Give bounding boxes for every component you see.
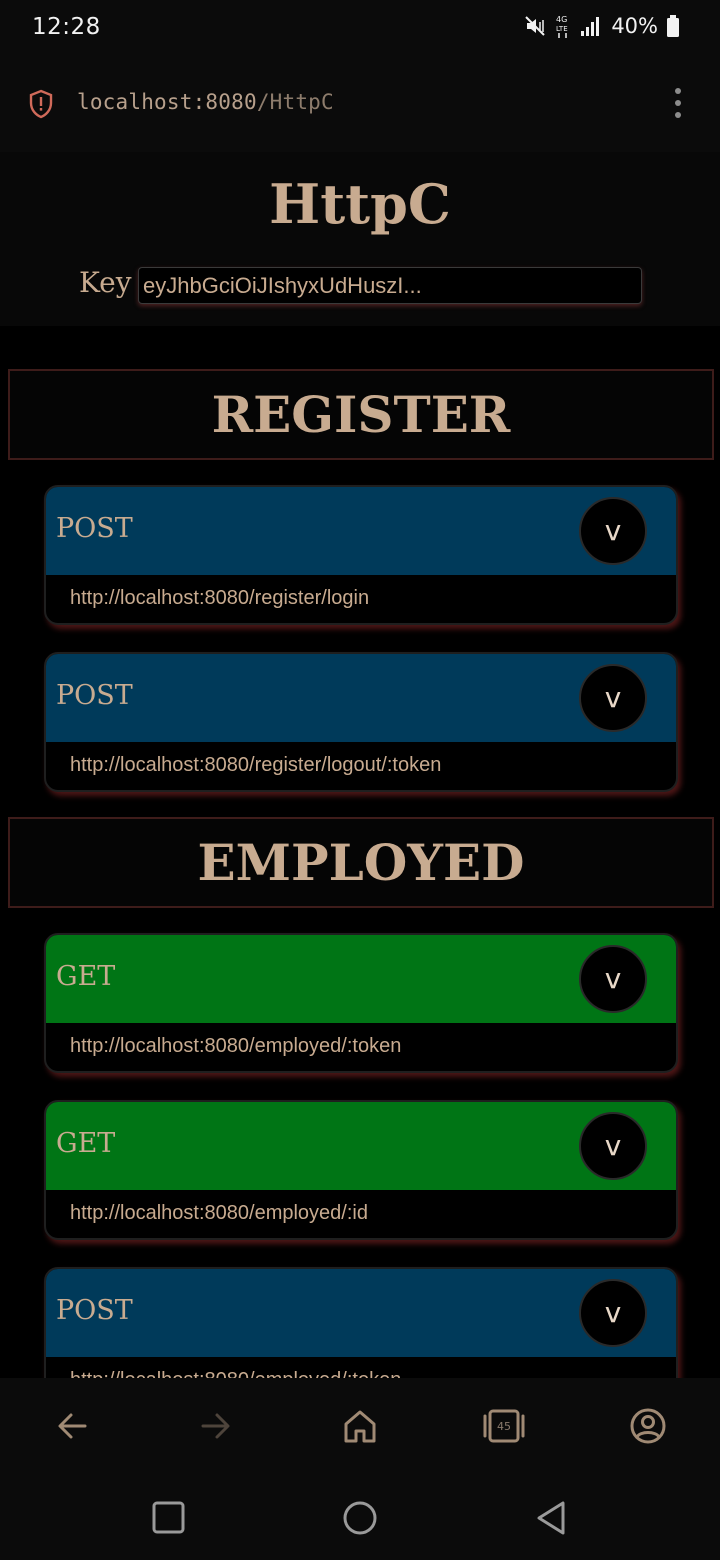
key-input[interactable] — [138, 267, 642, 304]
home-nav-icon[interactable] — [340, 1498, 380, 1538]
section-register-title: REGISTER — [8, 369, 714, 460]
forward-arrow-icon[interactable] — [198, 1406, 234, 1446]
endpoint-card[interactable]: POST v http://localhost:8080/register/lo… — [44, 652, 678, 792]
endpoint-url: http://localhost:8080/employed/:token — [70, 1035, 402, 1057]
home-icon[interactable] — [342, 1406, 378, 1446]
4g-lte-icon: 4G LTE — [556, 15, 568, 38]
back-arrow-icon[interactable] — [54, 1406, 90, 1446]
method-label: POST — [56, 513, 133, 544]
endpoint-card[interactable]: GET v http://localhost:8080/employed/:id — [44, 1100, 678, 1240]
method-label: GET — [56, 1128, 116, 1159]
endpoint-url: http://localhost:8080/register/login — [70, 587, 370, 609]
svg-text:LTE: LTE — [556, 25, 568, 33]
endpoint-header: GET v — [46, 935, 676, 1023]
endpoint-url: http://localhost:8080/register/logout/:t… — [70, 754, 442, 776]
endpoint-header: GET v — [46, 1102, 676, 1190]
endpoint-card[interactable]: POST v http://localhost:8080/register/lo… — [44, 485, 678, 625]
url-host: localhost:8080 — [77, 90, 257, 114]
status-time: 12:28 — [32, 14, 101, 40]
endpoint-url: http://localhost:8080/employed/:id — [70, 1202, 368, 1224]
endpoint-header: POST v — [46, 1269, 676, 1357]
recents-icon[interactable] — [150, 1498, 186, 1538]
method-label: POST — [56, 1295, 133, 1326]
url-text[interactable]: localhost:8080/HttpC — [77, 90, 334, 114]
key-label: Key — [79, 266, 132, 299]
svg-text:4G: 4G — [556, 15, 567, 24]
page-title: HttpC — [269, 172, 451, 236]
signal-icon — [581, 17, 600, 36]
expand-button[interactable]: v — [579, 664, 647, 732]
url-path: /HttpC — [256, 90, 334, 114]
tabs-icon[interactable]: 45 — [482, 1406, 526, 1446]
shield-icon[interactable] — [28, 89, 54, 119]
tab-count: 45 — [497, 1420, 511, 1433]
expand-button[interactable]: v — [579, 497, 647, 565]
endpoint-header: POST v — [46, 487, 676, 575]
battery-percent: 40% — [611, 14, 658, 38]
expand-button[interactable]: v — [579, 1112, 647, 1180]
method-label: POST — [56, 680, 133, 711]
endpoint-header: POST v — [46, 654, 676, 742]
back-nav-icon[interactable] — [534, 1498, 570, 1538]
more-menu-icon[interactable] — [666, 86, 690, 120]
status-bar: 12:28 4G LTE 40% — [0, 0, 720, 56]
endpoint-card[interactable]: GET v http://localhost:8080/employed/:to… — [44, 933, 678, 1073]
section-employed-title: EMPLOYED — [8, 817, 714, 908]
method-label: GET — [56, 961, 116, 992]
battery-icon — [667, 15, 679, 37]
mute-vibrate-icon — [525, 16, 546, 36]
account-icon[interactable] — [628, 1406, 668, 1446]
expand-button[interactable]: v — [579, 1279, 647, 1347]
status-icons: 4G LTE 40% — [523, 13, 680, 39]
expand-button[interactable]: v — [579, 945, 647, 1013]
